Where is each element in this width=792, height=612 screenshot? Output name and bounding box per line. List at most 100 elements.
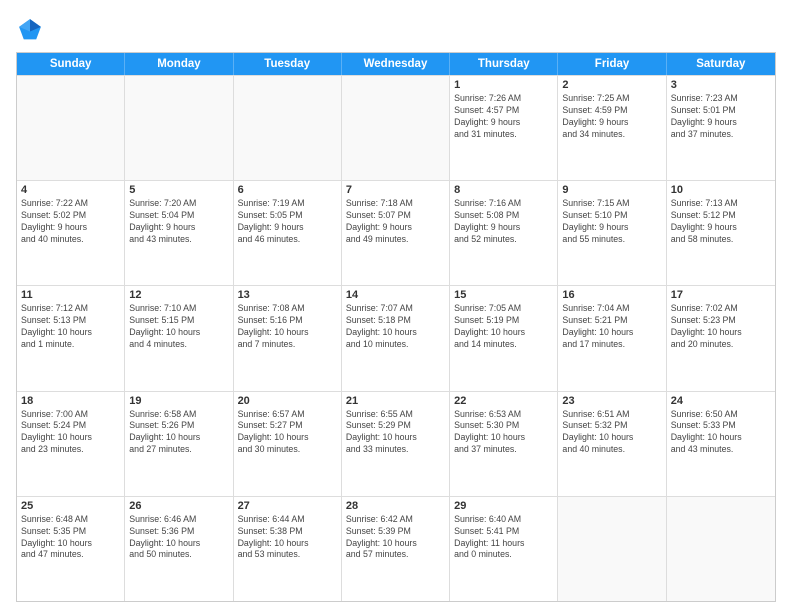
- day-number: 26: [129, 500, 228, 512]
- calendar: SundayMondayTuesdayWednesdayThursdayFrid…: [16, 52, 776, 602]
- day-number: 20: [238, 395, 337, 407]
- day-number: 25: [21, 500, 120, 512]
- calendar-body: 1 Sunrise: 7:26 AM Sunset: 4:57 PM Daylig…: [17, 75, 775, 601]
- day-info: Sunrise: 7:26 AM Sunset: 4:57 PM Dayligh…: [454, 93, 553, 141]
- day-info: Sunrise: 7:25 AM Sunset: 4:59 PM Dayligh…: [562, 93, 661, 141]
- day-number: 15: [454, 289, 553, 301]
- day-number: 8: [454, 184, 553, 196]
- day-number: 9: [562, 184, 661, 196]
- day-info: Sunrise: 7:13 AM Sunset: 5:12 PM Dayligh…: [671, 198, 771, 246]
- calendar-cell: 1 Sunrise: 7:26 AM Sunset: 4:57 PM Daylig…: [450, 76, 558, 180]
- calendar-cell: 3 Sunrise: 7:23 AM Sunset: 5:01 PM Daylig…: [667, 76, 775, 180]
- day-info: Sunrise: 7:20 AM Sunset: 5:04 PM Dayligh…: [129, 198, 228, 246]
- day-number: 28: [346, 500, 445, 512]
- weekday-header-saturday: Saturday: [667, 53, 775, 75]
- calendar-cell: 23 Sunrise: 6:51 AM Sunset: 5:32 PM Dayli…: [558, 392, 666, 496]
- calendar-header: SundayMondayTuesdayWednesdayThursdayFrid…: [17, 53, 775, 75]
- calendar-cell: 7 Sunrise: 7:18 AM Sunset: 5:07 PM Daylig…: [342, 181, 450, 285]
- calendar-cell: 24Sunrise: 6:50 AM Sunset: 5:33 PM Dayli…: [667, 392, 775, 496]
- day-number: 23: [562, 395, 661, 407]
- calendar-cell: 25 Sunrise: 6:48 AM Sunset: 5:35 PM Dayli…: [17, 497, 125, 601]
- day-info: Sunrise: 7:23 AM Sunset: 5:01 PM Dayligh…: [671, 93, 771, 141]
- day-info: Sunrise: 6:40 AM Sunset: 5:41 PM Dayligh…: [454, 514, 553, 562]
- day-info: Sunrise: 7:05 AM Sunset: 5:19 PM Dayligh…: [454, 303, 553, 351]
- day-info: Sunrise: 6:48 AM Sunset: 5:35 PM Dayligh…: [21, 514, 120, 562]
- calendar-cell: 27Sunrise: 6:44 AM Sunset: 5:38 PM Dayli…: [234, 497, 342, 601]
- calendar-cell: 6 Sunrise: 7:19 AM Sunset: 5:05 PM Daylig…: [234, 181, 342, 285]
- calendar-cell: 29Sunrise: 6:40 AM Sunset: 5:41 PM Dayli…: [450, 497, 558, 601]
- calendar-cell: 8Sunrise: 7:16 AM Sunset: 5:08 PM Daylig…: [450, 181, 558, 285]
- calendar-cell: [125, 76, 233, 180]
- calendar-cell: 13 Sunrise: 7:08 AM Sunset: 5:16 PM Dayli…: [234, 286, 342, 390]
- day-info: Sunrise: 6:50 AM Sunset: 5:33 PM Dayligh…: [671, 409, 771, 457]
- calendar-cell: 4 Sunrise: 7:22 AM Sunset: 5:02 PM Daylig…: [17, 181, 125, 285]
- calendar-row-5: 25 Sunrise: 6:48 AM Sunset: 5:35 PM Dayli…: [17, 496, 775, 601]
- day-info: Sunrise: 7:19 AM Sunset: 5:05 PM Dayligh…: [238, 198, 337, 246]
- day-info: Sunrise: 6:53 AM Sunset: 5:30 PM Dayligh…: [454, 409, 553, 457]
- calendar-cell: [17, 76, 125, 180]
- day-info: Sunrise: 7:18 AM Sunset: 5:07 PM Dayligh…: [346, 198, 445, 246]
- weekday-header-thursday: Thursday: [450, 53, 558, 75]
- weekday-header-tuesday: Tuesday: [234, 53, 342, 75]
- calendar-cell: 19 Sunrise: 6:58 AM Sunset: 5:26 PM Dayli…: [125, 392, 233, 496]
- day-number: 3: [671, 79, 771, 91]
- day-info: Sunrise: 6:46 AM Sunset: 5:36 PM Dayligh…: [129, 514, 228, 562]
- day-number: 18: [21, 395, 120, 407]
- calendar-cell: 20 Sunrise: 6:57 AM Sunset: 5:27 PM Dayli…: [234, 392, 342, 496]
- day-number: 2: [562, 79, 661, 91]
- calendar-cell: 15 Sunrise: 7:05 AM Sunset: 5:19 PM Dayli…: [450, 286, 558, 390]
- day-info: Sunrise: 6:42 AM Sunset: 5:39 PM Dayligh…: [346, 514, 445, 562]
- calendar-cell: 18 Sunrise: 7:00 AM Sunset: 5:24 PM Dayli…: [17, 392, 125, 496]
- weekday-header-sunday: Sunday: [17, 53, 125, 75]
- calendar-cell: 2 Sunrise: 7:25 AM Sunset: 4:59 PM Daylig…: [558, 76, 666, 180]
- calendar-cell: 28 Sunrise: 6:42 AM Sunset: 5:39 PM Dayli…: [342, 497, 450, 601]
- day-number: 21: [346, 395, 445, 407]
- day-number: 14: [346, 289, 445, 301]
- calendar-row-1: 1 Sunrise: 7:26 AM Sunset: 4:57 PM Daylig…: [17, 75, 775, 180]
- day-number: 6: [238, 184, 337, 196]
- day-info: Sunrise: 7:08 AM Sunset: 5:16 PM Dayligh…: [238, 303, 337, 351]
- day-number: 4: [21, 184, 120, 196]
- day-number: 10: [671, 184, 771, 196]
- day-number: 19: [129, 395, 228, 407]
- day-info: Sunrise: 7:04 AM Sunset: 5:21 PM Dayligh…: [562, 303, 661, 351]
- calendar-cell: 14Sunrise: 7:07 AM Sunset: 5:18 PM Dayli…: [342, 286, 450, 390]
- day-info: Sunrise: 6:57 AM Sunset: 5:27 PM Dayligh…: [238, 409, 337, 457]
- day-info: Sunrise: 7:10 AM Sunset: 5:15 PM Dayligh…: [129, 303, 228, 351]
- calendar-cell: 12 Sunrise: 7:10 AM Sunset: 5:15 PM Dayli…: [125, 286, 233, 390]
- day-number: 12: [129, 289, 228, 301]
- calendar-cell: 5 Sunrise: 7:20 AM Sunset: 5:04 PM Daylig…: [125, 181, 233, 285]
- calendar-cell: 16 Sunrise: 7:04 AM Sunset: 5:21 PM Dayli…: [558, 286, 666, 390]
- weekday-header-monday: Monday: [125, 53, 233, 75]
- weekday-header-wednesday: Wednesday: [342, 53, 450, 75]
- calendar-cell: [342, 76, 450, 180]
- calendar-cell: 22 Sunrise: 6:53 AM Sunset: 5:30 PM Dayli…: [450, 392, 558, 496]
- day-info: Sunrise: 6:44 AM Sunset: 5:38 PM Dayligh…: [238, 514, 337, 562]
- day-info: Sunrise: 6:55 AM Sunset: 5:29 PM Dayligh…: [346, 409, 445, 457]
- day-info: Sunrise: 7:02 AM Sunset: 5:23 PM Dayligh…: [671, 303, 771, 351]
- page: SundayMondayTuesdayWednesdayThursdayFrid…: [0, 0, 792, 612]
- day-number: 13: [238, 289, 337, 301]
- day-number: 11: [21, 289, 120, 301]
- day-info: Sunrise: 6:51 AM Sunset: 5:32 PM Dayligh…: [562, 409, 661, 457]
- day-number: 1: [454, 79, 553, 91]
- calendar-cell: [667, 497, 775, 601]
- calendar-cell: 17Sunrise: 7:02 AM Sunset: 5:23 PM Dayli…: [667, 286, 775, 390]
- calendar-cell: 11Sunrise: 7:12 AM Sunset: 5:13 PM Dayli…: [17, 286, 125, 390]
- calendar-row-2: 4 Sunrise: 7:22 AM Sunset: 5:02 PM Daylig…: [17, 180, 775, 285]
- calendar-row-3: 11Sunrise: 7:12 AM Sunset: 5:13 PM Dayli…: [17, 285, 775, 390]
- day-info: Sunrise: 7:15 AM Sunset: 5:10 PM Dayligh…: [562, 198, 661, 246]
- day-number: 22: [454, 395, 553, 407]
- calendar-row-4: 18 Sunrise: 7:00 AM Sunset: 5:24 PM Dayli…: [17, 391, 775, 496]
- day-number: 7: [346, 184, 445, 196]
- day-number: 16: [562, 289, 661, 301]
- calendar-cell: 26 Sunrise: 6:46 AM Sunset: 5:36 PM Dayli…: [125, 497, 233, 601]
- day-info: Sunrise: 6:58 AM Sunset: 5:26 PM Dayligh…: [129, 409, 228, 457]
- logo: [16, 16, 48, 44]
- day-info: Sunrise: 7:00 AM Sunset: 5:24 PM Dayligh…: [21, 409, 120, 457]
- day-number: 5: [129, 184, 228, 196]
- day-info: Sunrise: 7:22 AM Sunset: 5:02 PM Dayligh…: [21, 198, 120, 246]
- weekday-header-friday: Friday: [558, 53, 666, 75]
- header: [16, 16, 776, 44]
- calendar-cell: [558, 497, 666, 601]
